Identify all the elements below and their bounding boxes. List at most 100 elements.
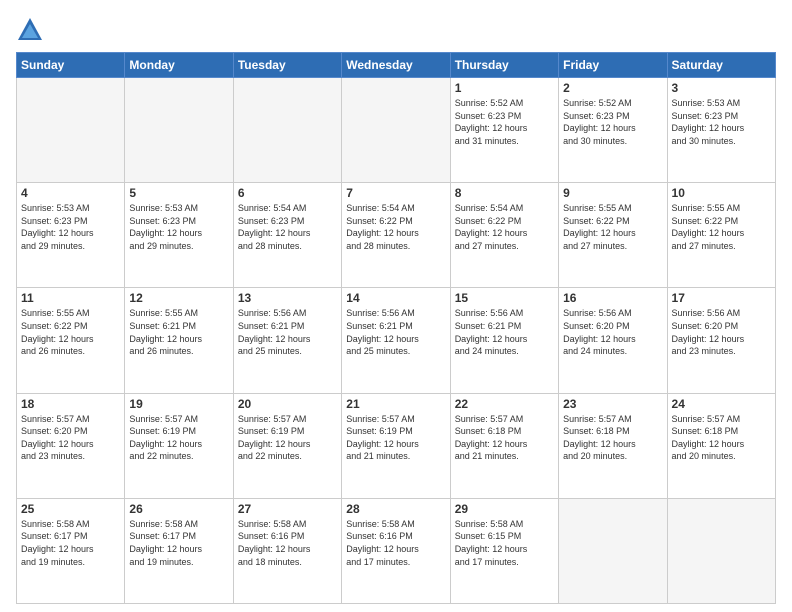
day-info: Sunrise: 5:56 AM Sunset: 6:21 PM Dayligh… bbox=[238, 307, 337, 357]
calendar-header-row: SundayMondayTuesdayWednesdayThursdayFrid… bbox=[17, 53, 776, 78]
calendar-week-4: 25 Sunrise: 5:58 AM Sunset: 6:17 PM Dayli… bbox=[17, 498, 776, 603]
day-info: Sunrise: 5:53 AM Sunset: 6:23 PM Dayligh… bbox=[129, 202, 228, 252]
calendar-cell: 13 Sunrise: 5:56 AM Sunset: 6:21 PM Dayli… bbox=[233, 288, 341, 393]
calendar-cell: 21 Sunrise: 5:57 AM Sunset: 6:19 PM Dayli… bbox=[342, 393, 450, 498]
day-info: Sunrise: 5:58 AM Sunset: 6:16 PM Dayligh… bbox=[346, 518, 445, 568]
calendar-cell: 4 Sunrise: 5:53 AM Sunset: 6:23 PM Daylig… bbox=[17, 183, 125, 288]
day-info: Sunrise: 5:55 AM Sunset: 6:22 PM Dayligh… bbox=[672, 202, 771, 252]
day-number: 22 bbox=[455, 397, 554, 411]
calendar-cell bbox=[559, 498, 667, 603]
day-number: 4 bbox=[21, 186, 120, 200]
calendar-cell: 19 Sunrise: 5:57 AM Sunset: 6:19 PM Dayli… bbox=[125, 393, 233, 498]
calendar-cell: 2 Sunrise: 5:52 AM Sunset: 6:23 PM Daylig… bbox=[559, 78, 667, 183]
calendar-cell: 28 Sunrise: 5:58 AM Sunset: 6:16 PM Dayli… bbox=[342, 498, 450, 603]
day-info: Sunrise: 5:57 AM Sunset: 6:20 PM Dayligh… bbox=[21, 413, 120, 463]
day-number: 5 bbox=[129, 186, 228, 200]
day-info: Sunrise: 5:57 AM Sunset: 6:19 PM Dayligh… bbox=[346, 413, 445, 463]
day-info: Sunrise: 5:57 AM Sunset: 6:19 PM Dayligh… bbox=[238, 413, 337, 463]
day-number: 10 bbox=[672, 186, 771, 200]
calendar-cell: 20 Sunrise: 5:57 AM Sunset: 6:19 PM Dayli… bbox=[233, 393, 341, 498]
day-info: Sunrise: 5:58 AM Sunset: 6:17 PM Dayligh… bbox=[129, 518, 228, 568]
day-info: Sunrise: 5:54 AM Sunset: 6:22 PM Dayligh… bbox=[346, 202, 445, 252]
day-number: 13 bbox=[238, 291, 337, 305]
day-number: 2 bbox=[563, 81, 662, 95]
day-info: Sunrise: 5:53 AM Sunset: 6:23 PM Dayligh… bbox=[21, 202, 120, 252]
calendar-cell: 18 Sunrise: 5:57 AM Sunset: 6:20 PM Dayli… bbox=[17, 393, 125, 498]
day-number: 21 bbox=[346, 397, 445, 411]
calendar-cell: 7 Sunrise: 5:54 AM Sunset: 6:22 PM Daylig… bbox=[342, 183, 450, 288]
calendar-week-2: 11 Sunrise: 5:55 AM Sunset: 6:22 PM Dayli… bbox=[17, 288, 776, 393]
day-info: Sunrise: 5:54 AM Sunset: 6:22 PM Dayligh… bbox=[455, 202, 554, 252]
day-number: 17 bbox=[672, 291, 771, 305]
calendar-table: SundayMondayTuesdayWednesdayThursdayFrid… bbox=[16, 52, 776, 604]
calendar-cell: 22 Sunrise: 5:57 AM Sunset: 6:18 PM Dayli… bbox=[450, 393, 558, 498]
day-info: Sunrise: 5:57 AM Sunset: 6:19 PM Dayligh… bbox=[129, 413, 228, 463]
day-number: 25 bbox=[21, 502, 120, 516]
calendar-cell: 16Sunrise: 5:56 AM Sunset: 6:20 PM Dayli… bbox=[559, 288, 667, 393]
calendar-week-3: 18 Sunrise: 5:57 AM Sunset: 6:20 PM Dayli… bbox=[17, 393, 776, 498]
calendar-cell: 14 Sunrise: 5:56 AM Sunset: 6:21 PM Dayli… bbox=[342, 288, 450, 393]
day-info: Sunrise: 5:57 AM Sunset: 6:18 PM Dayligh… bbox=[455, 413, 554, 463]
day-number: 27 bbox=[238, 502, 337, 516]
day-header-thursday: Thursday bbox=[450, 53, 558, 78]
calendar-cell: 27 Sunrise: 5:58 AM Sunset: 6:16 PM Dayli… bbox=[233, 498, 341, 603]
day-number: 26 bbox=[129, 502, 228, 516]
calendar-cell: 9 Sunrise: 5:55 AM Sunset: 6:22 PM Daylig… bbox=[559, 183, 667, 288]
calendar-cell: 17 Sunrise: 5:56 AM Sunset: 6:20 PM Dayli… bbox=[667, 288, 775, 393]
calendar-cell: 15 Sunrise: 5:56 AM Sunset: 6:21 PM Dayli… bbox=[450, 288, 558, 393]
day-info: Sunrise: 5:55 AM Sunset: 6:22 PM Dayligh… bbox=[21, 307, 120, 357]
day-info: Sunrise: 5:58 AM Sunset: 6:15 PM Dayligh… bbox=[455, 518, 554, 568]
calendar-week-0: 1Sunrise: 5:52 AM Sunset: 6:23 PM Daylig… bbox=[17, 78, 776, 183]
day-number: 3 bbox=[672, 81, 771, 95]
day-header-tuesday: Tuesday bbox=[233, 53, 341, 78]
day-number: 28 bbox=[346, 502, 445, 516]
day-number: 19 bbox=[129, 397, 228, 411]
day-info: Sunrise: 5:56 AM Sunset: 6:21 PM Dayligh… bbox=[346, 307, 445, 357]
calendar-cell: 11 Sunrise: 5:55 AM Sunset: 6:22 PM Dayli… bbox=[17, 288, 125, 393]
calendar-cell: 26 Sunrise: 5:58 AM Sunset: 6:17 PM Dayli… bbox=[125, 498, 233, 603]
day-info: Sunrise: 5:55 AM Sunset: 6:21 PM Dayligh… bbox=[129, 307, 228, 357]
day-number: 14 bbox=[346, 291, 445, 305]
calendar-cell bbox=[17, 78, 125, 183]
calendar-cell: 23Sunrise: 5:57 AM Sunset: 6:18 PM Dayli… bbox=[559, 393, 667, 498]
day-number: 6 bbox=[238, 186, 337, 200]
day-header-monday: Monday bbox=[125, 53, 233, 78]
day-info: Sunrise: 5:56 AM Sunset: 6:20 PM Dayligh… bbox=[672, 307, 771, 357]
day-info: Sunrise: 5:52 AM Sunset: 6:23 PM Dayligh… bbox=[563, 97, 662, 147]
day-number: 23 bbox=[563, 397, 662, 411]
day-info: Sunrise: 5:58 AM Sunset: 6:17 PM Dayligh… bbox=[21, 518, 120, 568]
calendar-cell: 29 Sunrise: 5:58 AM Sunset: 6:15 PM Dayli… bbox=[450, 498, 558, 603]
day-number: 24 bbox=[672, 397, 771, 411]
calendar-cell: 8Sunrise: 5:54 AM Sunset: 6:22 PM Daylig… bbox=[450, 183, 558, 288]
day-number: 12 bbox=[129, 291, 228, 305]
day-info: Sunrise: 5:56 AM Sunset: 6:21 PM Dayligh… bbox=[455, 307, 554, 357]
calendar-cell: 10 Sunrise: 5:55 AM Sunset: 6:22 PM Dayli… bbox=[667, 183, 775, 288]
day-info: Sunrise: 5:58 AM Sunset: 6:16 PM Dayligh… bbox=[238, 518, 337, 568]
day-number: 20 bbox=[238, 397, 337, 411]
day-number: 7 bbox=[346, 186, 445, 200]
calendar-cell: 3 Sunrise: 5:53 AM Sunset: 6:23 PM Daylig… bbox=[667, 78, 775, 183]
day-number: 11 bbox=[21, 291, 120, 305]
day-info: Sunrise: 5:53 AM Sunset: 6:23 PM Dayligh… bbox=[672, 97, 771, 147]
page: SundayMondayTuesdayWednesdayThursdayFrid… bbox=[0, 0, 792, 612]
day-header-sunday: Sunday bbox=[17, 53, 125, 78]
calendar-cell bbox=[342, 78, 450, 183]
header bbox=[16, 12, 776, 44]
calendar-cell bbox=[125, 78, 233, 183]
calendar-cell: 12 Sunrise: 5:55 AM Sunset: 6:21 PM Dayli… bbox=[125, 288, 233, 393]
day-header-saturday: Saturday bbox=[667, 53, 775, 78]
day-number: 29 bbox=[455, 502, 554, 516]
calendar-cell: 24Sunrise: 5:57 AM Sunset: 6:18 PM Dayli… bbox=[667, 393, 775, 498]
calendar-cell: 25 Sunrise: 5:58 AM Sunset: 6:17 PM Dayli… bbox=[17, 498, 125, 603]
logo-icon bbox=[16, 16, 44, 44]
day-number: 9 bbox=[563, 186, 662, 200]
day-number: 15 bbox=[455, 291, 554, 305]
day-header-friday: Friday bbox=[559, 53, 667, 78]
day-info: Sunrise: 5:52 AM Sunset: 6:23 PM Dayligh… bbox=[455, 97, 554, 147]
day-info: Sunrise: 5:55 AM Sunset: 6:22 PM Dayligh… bbox=[563, 202, 662, 252]
day-number: 18 bbox=[21, 397, 120, 411]
logo bbox=[16, 16, 48, 44]
calendar-cell bbox=[233, 78, 341, 183]
calendar-week-1: 4 Sunrise: 5:53 AM Sunset: 6:23 PM Daylig… bbox=[17, 183, 776, 288]
day-info: Sunrise: 5:56 AM Sunset: 6:20 PM Dayligh… bbox=[563, 307, 662, 357]
